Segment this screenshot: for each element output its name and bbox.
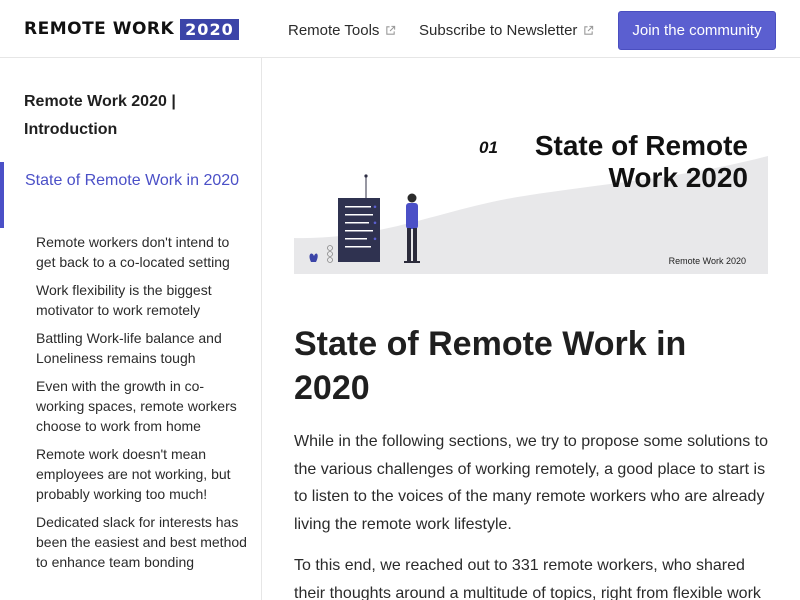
sidebar-subitem[interactable]: Battling Work-life balance and Lonelines… — [36, 328, 248, 368]
site-logo[interactable]: REMOTE WORK 2020 — [24, 18, 239, 40]
banner-title: State of Remote Work 2020 — [535, 130, 748, 194]
body-paragraph: To this end, we reached out to 331 remot… — [294, 557, 761, 600]
main-content: 01 State of Remote Work 2020 Remote Work… — [294, 58, 774, 600]
banner-title-line2: Work 2020 — [608, 162, 748, 193]
top-header: REMOTE WORK 2020 Remote Tools Subscribe … — [0, 0, 800, 58]
sidebar-subitem[interactable]: Dedicated slack for interests has been t… — [36, 512, 248, 572]
sidebar-section-title[interactable]: Remote Work 2020 | Introduction — [24, 88, 244, 144]
nav-newsletter-label: Subscribe to Newsletter — [419, 22, 578, 39]
body-paragraph: While in the following sections, we try … — [294, 433, 769, 533]
page-title: State of Remote Work in 2020 — [294, 325, 687, 407]
nav-newsletter-link[interactable]: Subscribe to Newsletter — [419, 22, 594, 39]
sidebar-subitem[interactable]: Work flexibility is the biggest motivato… — [36, 280, 248, 320]
banner-footer-text: Remote Work 2020 — [668, 256, 746, 266]
sidebar-subitem[interactable]: Remote workers don't intend to get back … — [36, 232, 248, 272]
banner-title-line1: State of Remote — [534, 130, 748, 161]
nav-remote-tools-link[interactable]: Remote Tools — [288, 22, 396, 39]
join-community-button[interactable]: Join the community — [618, 11, 776, 50]
sidebar-item-active[interactable]: State of Remote Work in 2020 — [0, 162, 261, 228]
hero-banner: 01 State of Remote Work 2020 Remote Work… — [294, 120, 768, 274]
sidebar-subitem[interactable]: Even with the growth in co-working space… — [36, 376, 248, 436]
external-link-icon — [584, 25, 594, 35]
logo-year-badge: 2020 — [180, 18, 239, 40]
banner-chapter-number: 01 — [479, 138, 498, 157]
logo-text: REMOTE WORK — [24, 19, 175, 39]
sidebar-active-label: State of Remote Work in 2020 — [25, 172, 240, 189]
nav-remote-tools-label: Remote Tools — [288, 22, 380, 39]
sidebar-subitem[interactable]: Remote work doesn't mean employees are n… — [36, 444, 248, 504]
sidebar-nav: Remote Work 2020 | Introduction State of… — [0, 58, 262, 600]
sidebar-subitems: Remote workers don't intend to get back … — [36, 232, 248, 580]
external-link-icon — [386, 25, 396, 35]
